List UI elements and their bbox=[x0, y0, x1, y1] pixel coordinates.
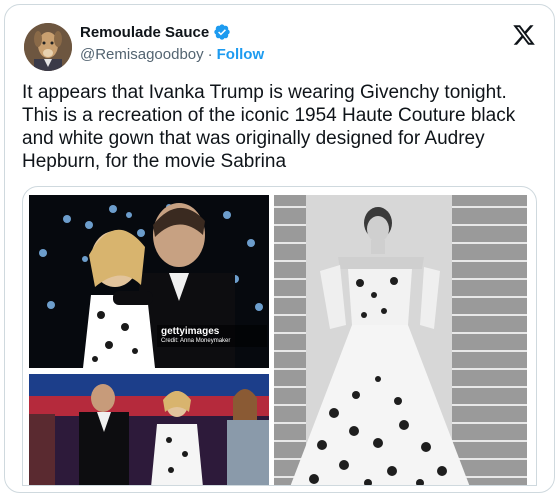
hepburn-photo-image bbox=[274, 195, 527, 485]
getty-watermark: gettyimages Credit: Anna Moneymaker bbox=[157, 325, 267, 347]
author-name-row: Remoulade Sauce bbox=[80, 23, 231, 41]
media-grid[interactable]: gettyimages Credit: Anna Moneymaker bbox=[22, 186, 537, 486]
stage-photo-image bbox=[29, 374, 269, 485]
follow-button[interactable]: Follow bbox=[217, 46, 265, 63]
photo-stage[interactable] bbox=[29, 374, 269, 485]
dog-avatar-icon bbox=[24, 23, 72, 71]
avatar[interactable] bbox=[24, 23, 72, 71]
tweet-text: It appears that Ivanka Trump is wearing … bbox=[22, 82, 516, 172]
display-name[interactable]: Remoulade Sauce bbox=[80, 24, 209, 41]
verified-badge-icon bbox=[213, 23, 231, 41]
handle-row: @Remisagoodboy · Follow bbox=[80, 46, 264, 63]
separator-dot: · bbox=[207, 46, 213, 63]
watermark-logo: gettyimages bbox=[161, 326, 220, 337]
photo-inauguration-dance[interactable]: gettyimages Credit: Anna Moneymaker bbox=[29, 195, 269, 368]
handle[interactable]: @Remisagoodboy bbox=[80, 46, 204, 63]
photo-audrey-hepburn[interactable] bbox=[274, 195, 527, 485]
watermark-credit: Credit: Anna Moneymaker bbox=[161, 338, 231, 344]
tweet-card: Remoulade Sauce @Remisagoodboy · Follow … bbox=[4, 4, 555, 493]
x-logo-icon[interactable] bbox=[512, 23, 536, 47]
